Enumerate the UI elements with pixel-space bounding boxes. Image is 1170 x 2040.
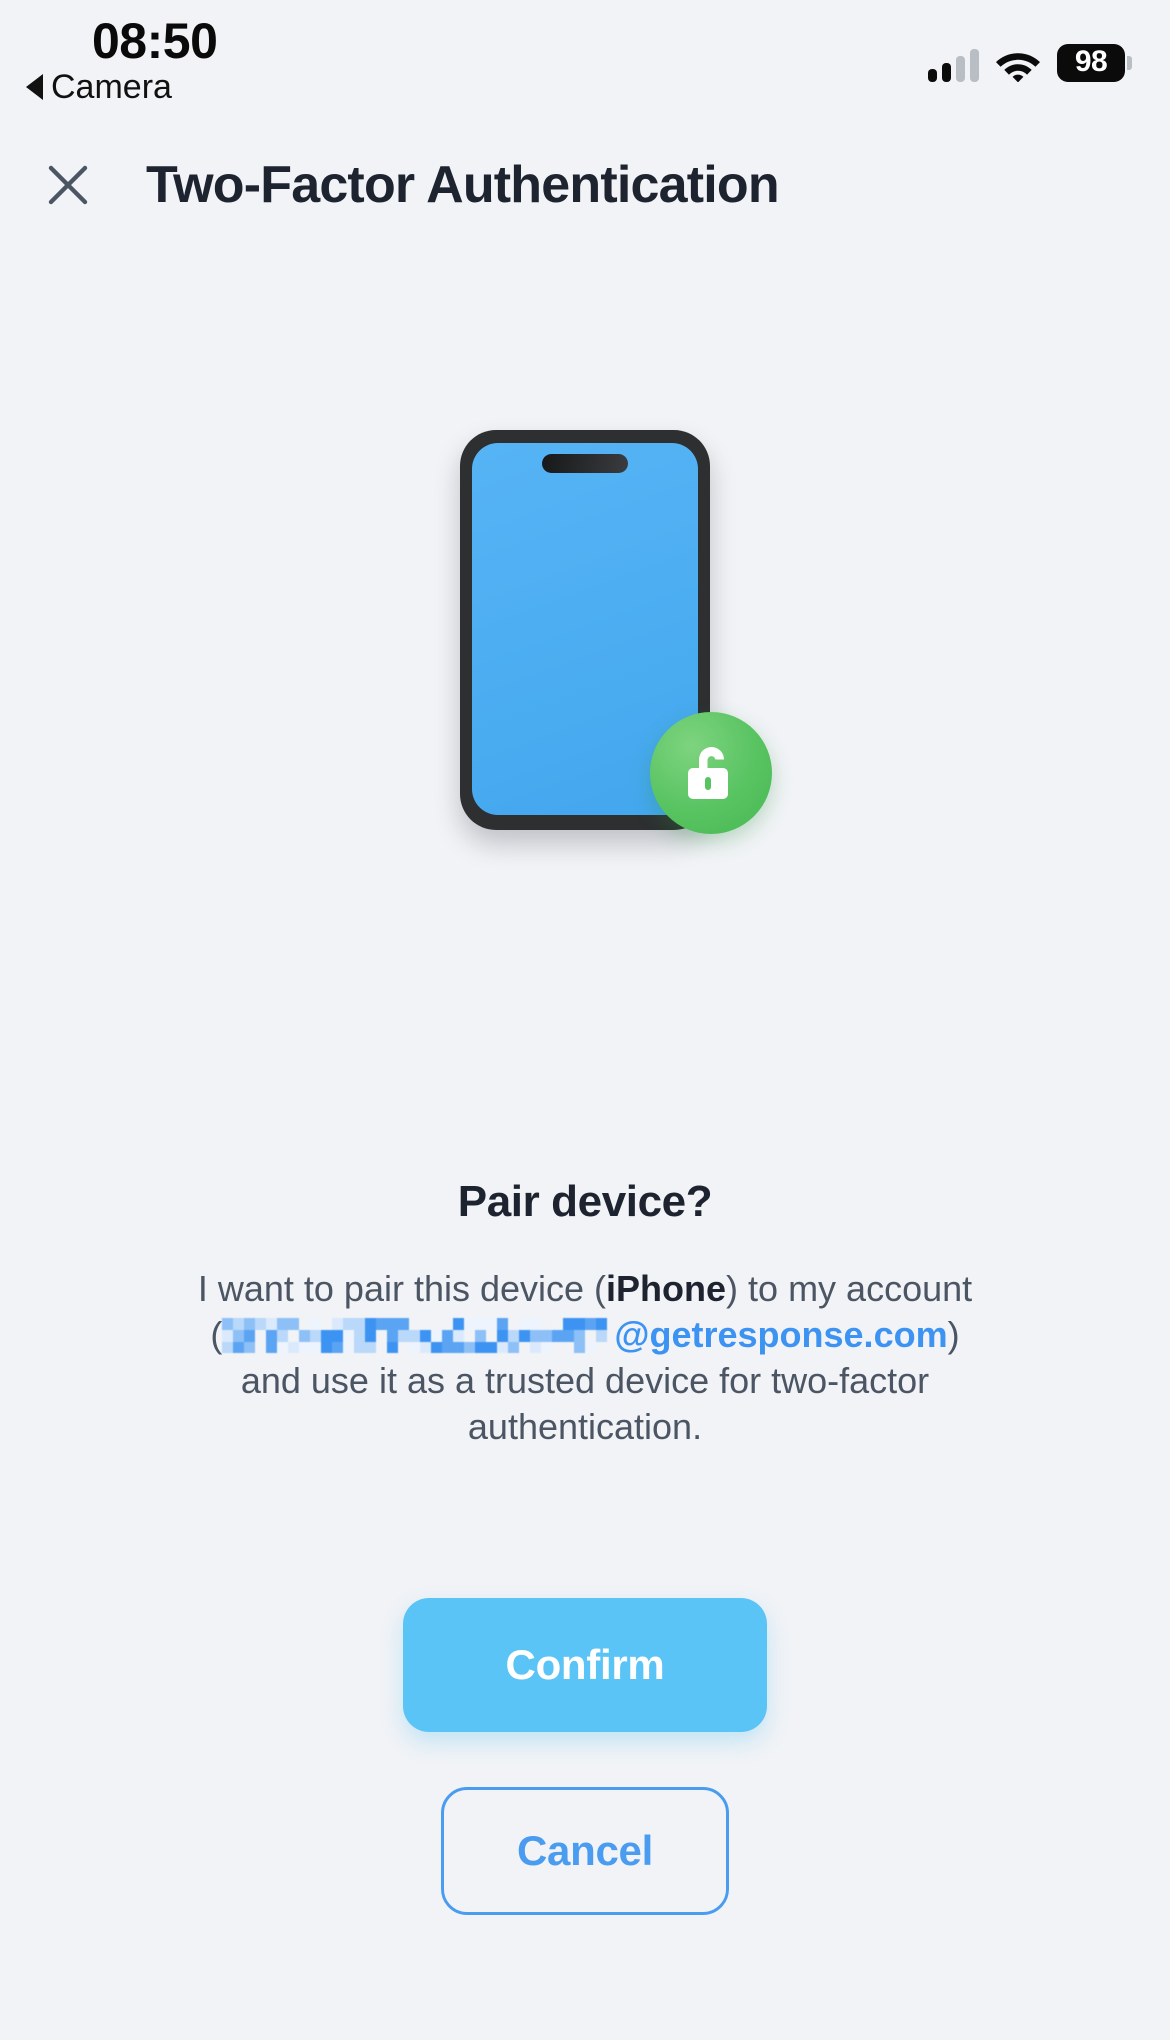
unlock-padlock-icon — [650, 712, 772, 834]
back-triangle-icon — [26, 74, 43, 100]
close-icon — [47, 164, 89, 206]
cellular-signal-icon — [928, 49, 979, 82]
description-line-1-suffix: ) to my account — [726, 1268, 973, 1309]
email-close-paren: ) — [947, 1314, 960, 1356]
email-domain: @getresponse.com — [614, 1314, 948, 1356]
pair-device-illustration — [0, 430, 1170, 870]
wifi-icon — [996, 49, 1040, 82]
confirm-button[interactable]: Confirm — [403, 1598, 767, 1732]
pair-heading: Pair device? — [457, 1177, 713, 1226]
page-title: Two-Factor Authentication — [146, 156, 780, 214]
pair-device-content: Pair device? I want to pair this device … — [0, 1180, 1170, 1450]
action-buttons: Confirm Cancel — [0, 1598, 1170, 1915]
description-line-1-prefix: I want to pair this device ( — [197, 1268, 607, 1309]
redacted-email-prefix — [222, 1317, 614, 1354]
device-name: iPhone — [606, 1268, 727, 1309]
phone-notch — [542, 454, 628, 473]
status-time: 08:50 — [92, 13, 218, 69]
status-bar: 08:50 Camera 98 — [0, 0, 1170, 118]
app-bar: Two-Factor Authentication — [0, 140, 1170, 230]
status-indicators: 98 — [928, 42, 1132, 82]
back-to-camera-button[interactable]: Camera — [26, 70, 172, 104]
cancel-button[interactable]: Cancel — [441, 1787, 729, 1915]
battery-icon: 98 — [1057, 44, 1132, 82]
email-open-paren: ( — [210, 1314, 223, 1356]
smartphone-icon — [460, 430, 772, 840]
pair-description: I want to pair this device (iPhone) to m… — [135, 1266, 1035, 1450]
battery-level: 98 — [1057, 44, 1125, 82]
close-button[interactable] — [32, 149, 104, 221]
battery-cap — [1127, 56, 1132, 70]
description-line-3: and use it as a trusted device for two-f… — [240, 1360, 930, 1448]
back-label: Camera — [51, 68, 172, 106]
